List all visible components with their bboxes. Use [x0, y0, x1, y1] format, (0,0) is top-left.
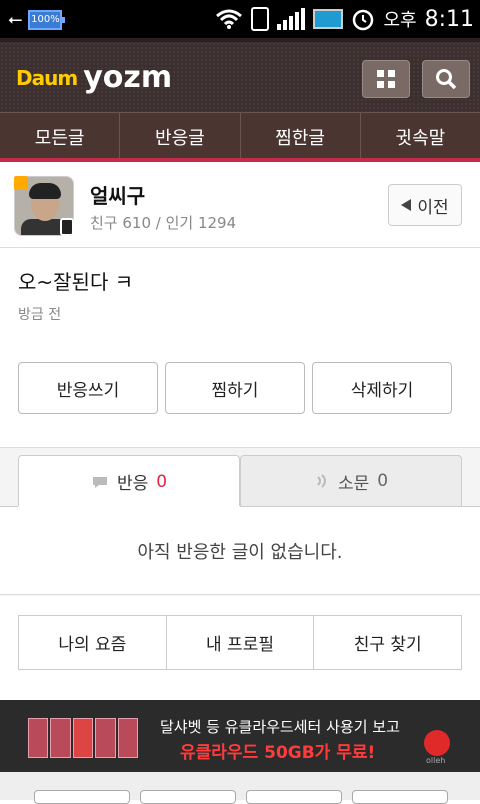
- bottom-nav: 나의 요즘 내 프로필 친구 찾기: [18, 615, 462, 670]
- app-header: Daum yozm: [0, 38, 480, 120]
- tab-rumors-label: 소문: [337, 473, 370, 494]
- search-icon: [436, 69, 457, 90]
- tab-reactions-count: 0: [156, 471, 168, 492]
- menu-saved-posts[interactable]: 찜한글: [241, 113, 361, 160]
- battery-level: 100%: [31, 14, 60, 25]
- delete-button[interactable]: 삭제하기: [312, 362, 452, 414]
- post-time: 방금 전: [18, 307, 62, 323]
- back-arrow-icon: [401, 199, 412, 211]
- menu-whispers[interactable]: 귓속말: [361, 113, 480, 160]
- ad-line1: 달샤벳 등 유클라우드세터 사용기 보고: [160, 718, 400, 736]
- nav-find-friends[interactable]: 친구 찾기: [314, 616, 461, 669]
- search-button[interactable]: [422, 60, 470, 98]
- mobile-icon: [60, 218, 74, 236]
- menu-all-posts[interactable]: 모든글: [0, 113, 121, 160]
- clock-ampm: 오후: [383, 10, 417, 31]
- usb-icon: ⭠: [8, 9, 23, 30]
- prev-button-label: 이전: [417, 197, 449, 218]
- tab-reactions[interactable]: 반응 0: [18, 455, 240, 507]
- menu-reaction-posts[interactable]: 반응글: [120, 113, 241, 160]
- battery-icon: 100%: [28, 9, 66, 30]
- main-menu: 모든글 반응글 찜한글 귓속말: [0, 112, 480, 160]
- olleh-logo-text: olleh: [426, 756, 446, 765]
- footer-button[interactable]: [246, 790, 342, 804]
- save-button[interactable]: 찜하기: [165, 362, 305, 414]
- daum-logo-text: Daum: [16, 65, 78, 90]
- badge-icon: [14, 176, 28, 190]
- vibrate-icon: [251, 7, 270, 31]
- profile-name[interactable]: 얼씨구: [90, 180, 145, 209]
- alarm-icon: [353, 9, 374, 31]
- grid-menu-button[interactable]: [362, 60, 410, 98]
- empty-message: 아직 반응한 글이 없습니다.: [0, 507, 480, 595]
- post-text: 오~잘된다 ㅋ: [18, 270, 134, 294]
- reply-icon: [92, 476, 107, 488]
- grid-icon: [377, 70, 395, 88]
- tab-rumors-count: 0: [377, 471, 389, 491]
- yozm-logo[interactable]: Daum yozm: [16, 60, 172, 95]
- ad-image: [28, 718, 139, 758]
- wifi-icon: [216, 9, 243, 29]
- clock-time: 8:11: [424, 6, 474, 32]
- tab-reactions-label: 반응: [116, 474, 149, 494]
- footer-button[interactable]: [140, 790, 236, 804]
- nav-my-yozm[interactable]: 나의 요즘: [19, 616, 167, 669]
- yozm-logo-text: yozm: [83, 60, 173, 95]
- tab-rumors[interactable]: 소문 0: [240, 455, 462, 507]
- prev-button[interactable]: 이전: [388, 184, 462, 226]
- data-icon: [313, 9, 344, 29]
- footer-button[interactable]: [34, 790, 130, 804]
- signal-icon: [277, 8, 306, 30]
- profile-stats: 친구 610 / 인기 1294: [90, 214, 237, 232]
- status-bar: ⭠ 100% 오후 8:11: [0, 0, 480, 38]
- footer-button[interactable]: [352, 790, 448, 804]
- nav-my-profile[interactable]: 내 프로필: [167, 616, 315, 669]
- write-reaction-button[interactable]: 반응쓰기: [18, 362, 158, 414]
- olleh-logo-icon: [424, 730, 450, 756]
- rumor-icon: [317, 474, 326, 488]
- ad-line2: 유클라우드 50GB가 무료!: [180, 743, 376, 763]
